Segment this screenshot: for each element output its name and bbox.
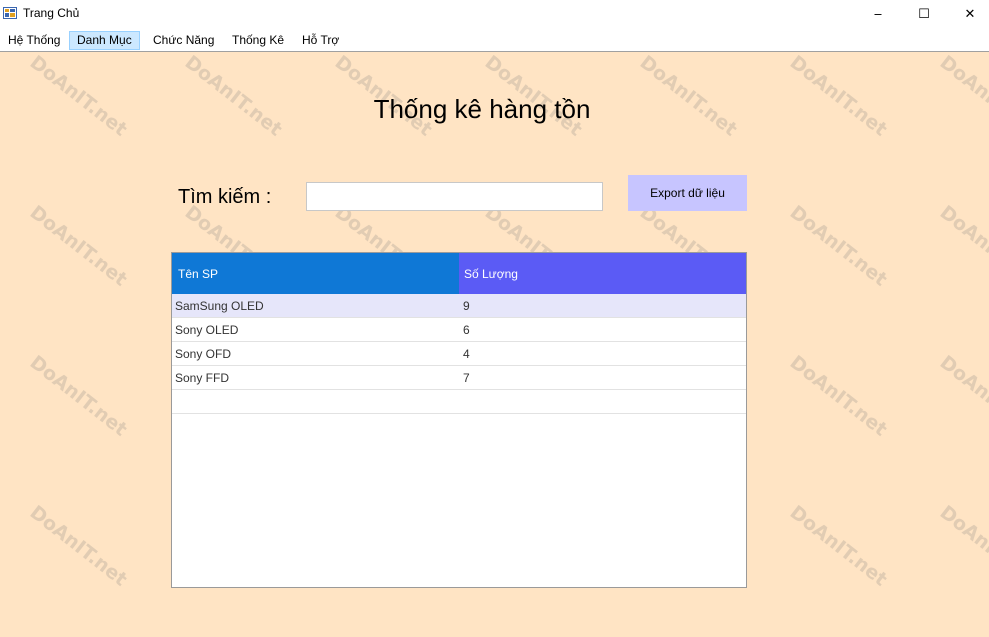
table-row[interactable]: Sony OFD 4 — [172, 342, 746, 366]
minimize-icon: ‒ — [873, 6, 883, 22]
watermark-text: DoAnIT.net — [785, 501, 892, 591]
close-icon: ✕ — [964, 6, 976, 22]
watermark-text: DoAnIT.net — [635, 51, 742, 141]
title-bar: Trang Chủ ‒ ☐ ✕ — [0, 0, 989, 28]
cell-product-name[interactable]: Sony FFD — [172, 371, 459, 385]
watermark-text: DoAnIT.net — [785, 201, 892, 291]
menu-chuc-nang[interactable]: Chức Năng — [145, 31, 222, 50]
watermark-text: DoAnIT.net — [935, 201, 989, 291]
inventory-table[interactable]: Tên SP Số Lượng SamSung OLED 9 Sony OLED… — [171, 252, 747, 588]
table-header: Tên SP Số Lượng — [172, 253, 746, 294]
watermark-text: DoAnIT.net — [785, 351, 892, 441]
column-header-quantity[interactable]: Số Lượng — [459, 253, 746, 294]
watermark-text: DoAnIT.net — [785, 51, 892, 141]
column-header-product-name[interactable]: Tên SP — [172, 253, 459, 294]
menu-danh-muc[interactable]: Danh Mục — [69, 31, 140, 50]
table-row[interactable]: Sony OLED 6 — [172, 318, 746, 342]
watermark-text: DoAnIT.net — [935, 51, 989, 141]
watermark-text: DoAnIT.net — [935, 501, 989, 591]
watermark-text: DoAnIT.net — [25, 201, 132, 291]
cell-quantity[interactable]: 6 — [459, 323, 746, 337]
search-input[interactable] — [306, 182, 603, 211]
cell-quantity[interactable]: 9 — [459, 299, 746, 313]
cell-product-name[interactable]: Sony OLED — [172, 323, 459, 337]
app-icon — [3, 7, 17, 19]
watermark-text: DoAnIT.net — [180, 51, 287, 141]
export-data-button[interactable]: Export dữ liệu — [628, 175, 747, 211]
cell-quantity[interactable]: 7 — [459, 371, 746, 385]
table-row[interactable]: SamSung OLED 9 — [172, 294, 746, 318]
table-new-row[interactable] — [172, 390, 746, 414]
menu-he-thong[interactable]: Hệ Thống — [0, 31, 68, 50]
watermark-text: DoAnIT.net — [25, 51, 132, 141]
maximize-icon: ☐ — [918, 6, 930, 22]
page-title: Thống kê hàng tồn — [373, 94, 591, 124]
window-title: Trang Chủ — [23, 6, 80, 20]
cell-quantity[interactable]: 4 — [459, 347, 746, 361]
watermark-text: DoAnIT.net — [935, 351, 989, 441]
watermark-text: DoAnIT.net — [25, 351, 132, 441]
search-label: Tìm kiếm : — [178, 186, 272, 208]
menu-ho-tro[interactable]: Hỗ Trợ — [294, 31, 347, 50]
menu-thong-ke[interactable]: Thống Kê — [224, 31, 292, 50]
minimize-button[interactable]: ‒ — [855, 0, 901, 28]
watermark-text: DoAnIT.net — [25, 501, 132, 591]
maximize-button[interactable]: ☐ — [901, 0, 947, 28]
table-row[interactable]: Sony FFD 7 — [172, 366, 746, 390]
cell-product-name[interactable]: Sony OFD — [172, 347, 459, 361]
menu-bar: Hệ Thống Danh Mục Chức Năng Thống Kê Hỗ … — [0, 28, 989, 52]
close-button[interactable]: ✕ — [947, 0, 989, 28]
cell-product-name[interactable]: SamSung OLED — [172, 299, 459, 313]
